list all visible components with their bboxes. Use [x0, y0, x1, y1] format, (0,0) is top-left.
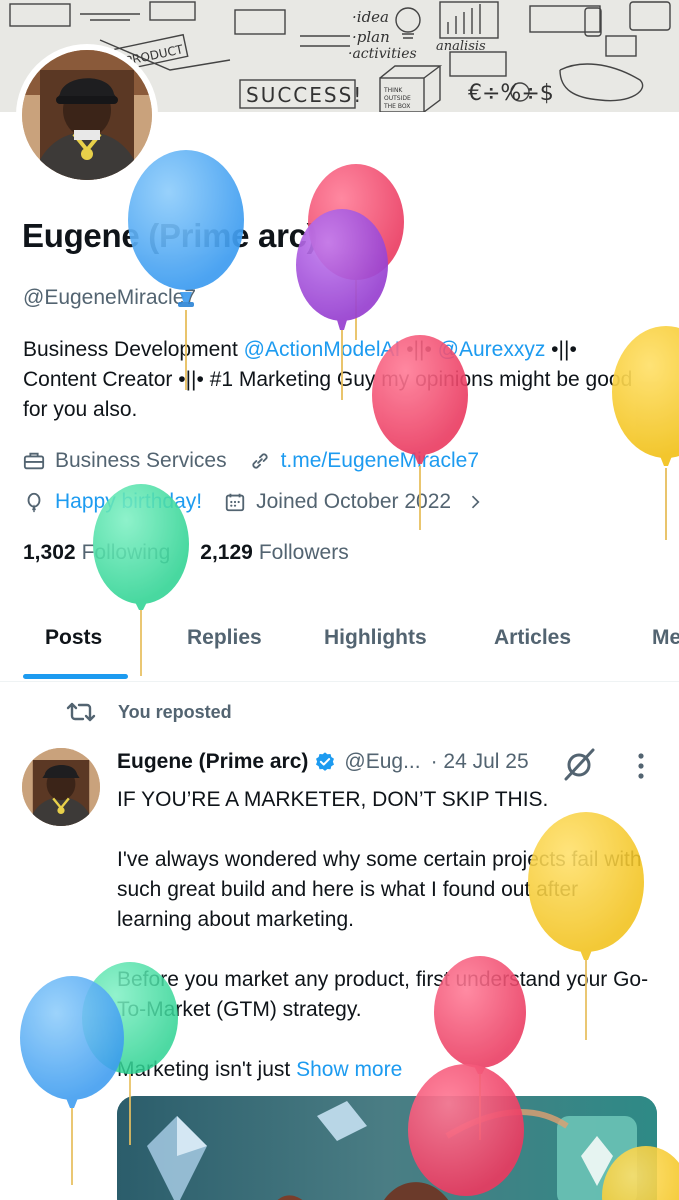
profile-birthday[interactable]: Happy birthday! [23, 490, 202, 514]
repost-icon [66, 702, 96, 722]
post-truncated-text: Marketing isn't just [117, 1058, 297, 1081]
tab-media[interactable]: Me [652, 626, 679, 650]
tab-highlights[interactable]: Highlights [324, 626, 427, 650]
more-vertical-icon[interactable] [636, 752, 646, 780]
bio-mention-aurexxyz[interactable]: @Aurexxyz [438, 338, 546, 361]
svg-text:€÷%÷$: €÷%÷$ [468, 81, 554, 106]
svg-text:OUTSIDE: OUTSIDE [384, 95, 411, 102]
post-paragraph: Before you market any product, first und… [117, 968, 649, 1021]
post-media-illustration [117, 1096, 657, 1200]
profile-meta-row: Happy birthday! Joined October 2022 [23, 490, 507, 514]
profile-tabs: Posts Replies Highlights Articles Me [0, 600, 679, 682]
bio-text: •||• [400, 338, 438, 361]
profile-name: Eugene (Prime arc) [22, 217, 318, 254]
post-body: IF YOU’RE A MARKETER, DON’T SKIP THIS. I… [117, 785, 657, 1085]
profile-handle: @EugeneMiracle7 [23, 286, 197, 309]
show-more-link[interactable]: Show more [296, 1058, 402, 1081]
avatar-illustration [22, 748, 100, 826]
post-header: Eugene (Prime arc) @Eug... · 24 Jul 25 [117, 750, 529, 774]
post-author-avatar[interactable] [22, 748, 100, 826]
link-icon [251, 453, 268, 469]
svg-text:SUCCESS!: SUCCESS! [246, 83, 363, 107]
post-author-name[interactable]: Eugene (Prime arc) [117, 750, 308, 774]
svg-text:THINK: THINK [383, 87, 403, 94]
grok-icon[interactable] [562, 746, 598, 782]
profile-website[interactable]: t.me/EugeneMiracle7 [249, 449, 479, 473]
followers-stat[interactable]: 2,129 Followers [200, 541, 348, 565]
repost-indicator: You reposted [66, 700, 232, 724]
profile-joined-label: Joined October 2022 [256, 490, 452, 513]
post-paragraph: IF YOU’RE A MARKETER, DON’T SKIP THIS. [117, 788, 549, 811]
tab-posts[interactable]: Posts [45, 626, 102, 650]
post-media-image[interactable] [117, 1096, 657, 1200]
bio-text: Business Development [23, 338, 244, 361]
profile-category: Business Services [23, 449, 227, 473]
balloon-icon [27, 492, 41, 513]
profile-meta-row: Business Services t.me/EugeneMiracle7 [23, 449, 501, 473]
bio-mention-actionmodelai[interactable]: @ActionModelAI [244, 338, 401, 361]
following-label: Following [81, 541, 171, 564]
post-date[interactable]: · 24 Jul 25 [431, 750, 529, 774]
svg-text:analisis: analisis [436, 39, 486, 54]
profile-stats: 1,302 Following 2,129 Followers [23, 541, 379, 565]
post-paragraph-truncated: Marketing isn't just Show more [117, 1055, 657, 1085]
svg-text:THE BOX: THE BOX [383, 103, 410, 110]
briefcase-icon [23, 452, 45, 470]
verified-badge-icon [316, 752, 335, 771]
post-author-handle[interactable]: @Eug... [344, 750, 420, 774]
balloon-blue [20, 976, 124, 1185]
following-count: 1,302 [23, 541, 76, 564]
following-stat[interactable]: 1,302 Following [23, 541, 170, 565]
avatar-illustration [22, 50, 152, 180]
profile-category-label: Business Services [55, 449, 227, 472]
chevron-right-icon[interactable] [465, 492, 485, 512]
svg-text:·activities: ·activities [348, 46, 417, 62]
calendar-icon [225, 493, 245, 512]
profile-avatar[interactable] [22, 50, 152, 180]
followers-label: Followers [258, 541, 349, 564]
repost-label: You reposted [118, 701, 232, 722]
tab-replies[interactable]: Replies [187, 626, 262, 650]
balloon-red [308, 164, 404, 340]
followers-count: 2,129 [200, 541, 253, 564]
profile-bio: Business Development @ActionModelAI •||•… [23, 335, 643, 425]
svg-text:·idea: ·idea [352, 8, 389, 26]
profile-joined[interactable]: Joined October 2022 [224, 490, 485, 514]
profile-birthday-label[interactable]: Happy birthday! [55, 490, 202, 514]
post-paragraph: I've always wondered why some certain pr… [117, 848, 642, 931]
svg-text:·plan: ·plan [352, 28, 390, 46]
active-tab-indicator [23, 674, 128, 679]
profile-website-link[interactable]: t.me/EugeneMiracle7 [281, 449, 479, 473]
tab-articles[interactable]: Articles [494, 626, 571, 650]
